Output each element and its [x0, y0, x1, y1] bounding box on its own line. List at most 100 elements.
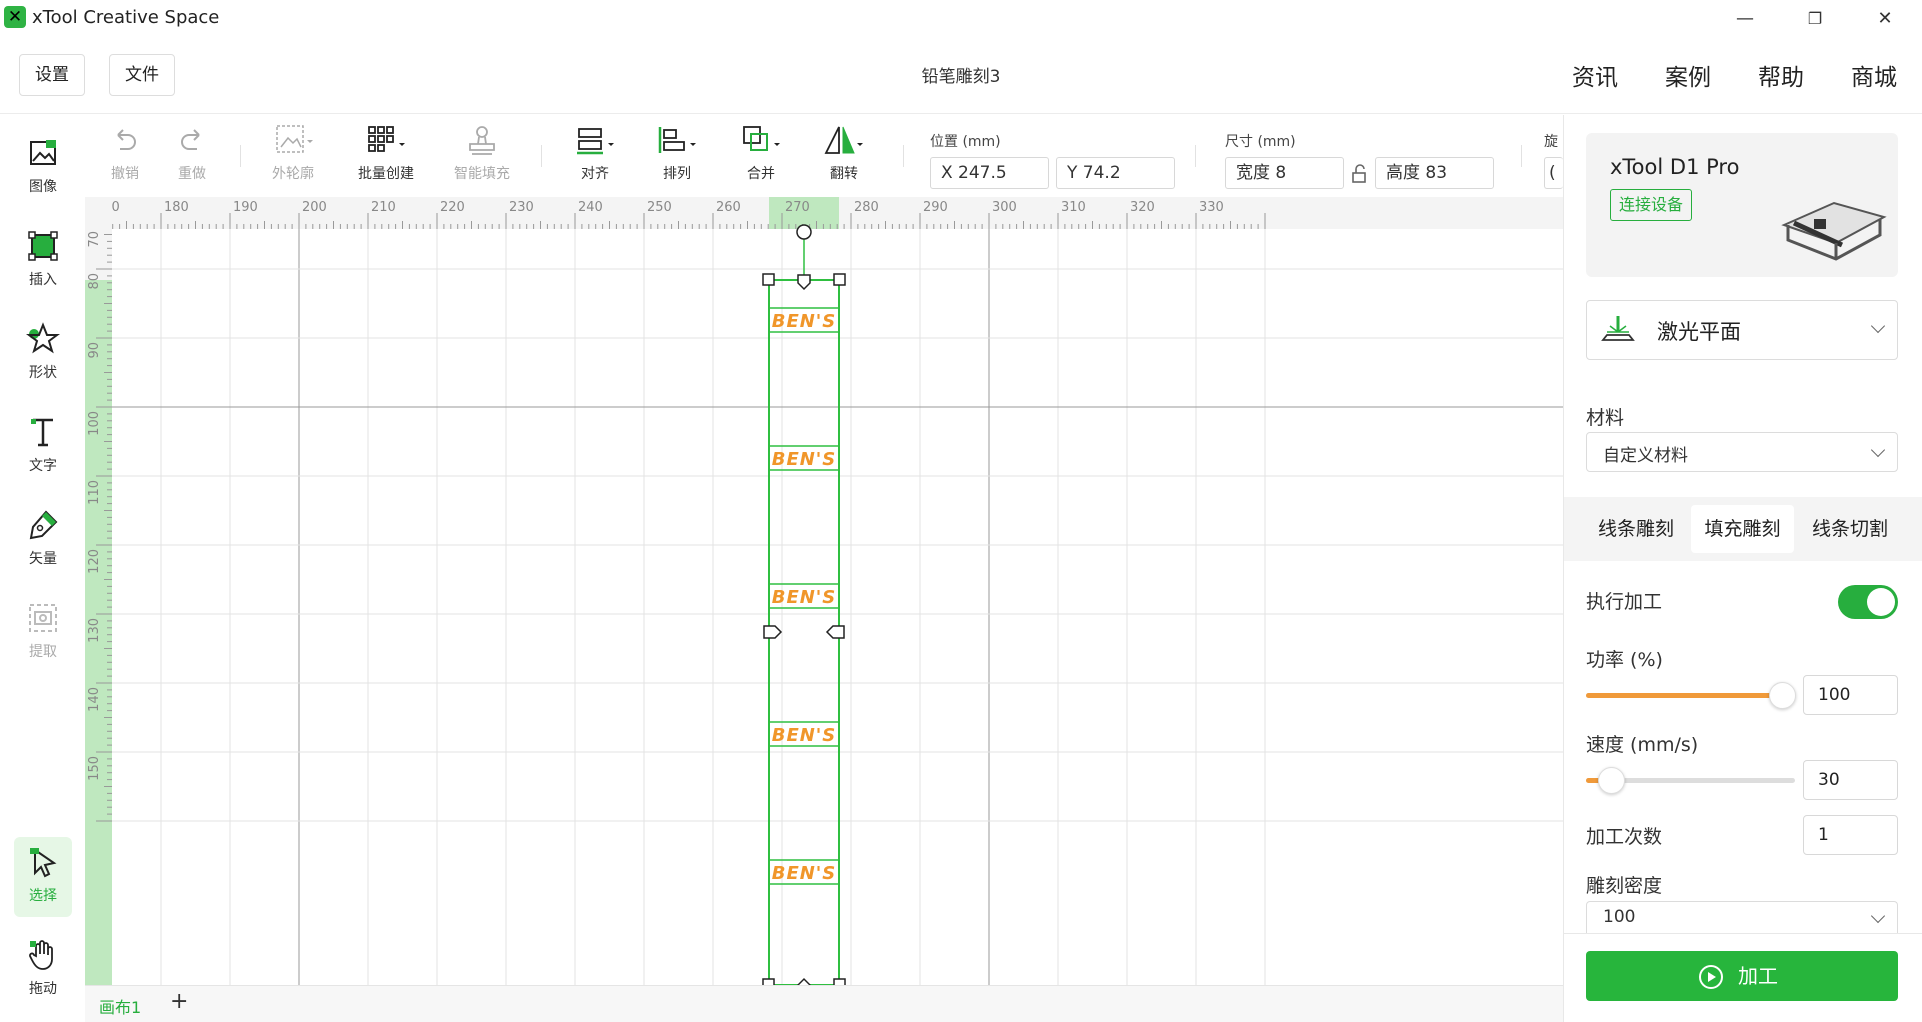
undo-label: 撤销 — [111, 166, 139, 182]
resize-handle-top[interactable] — [797, 274, 811, 291]
ruler-y-label: 130 — [87, 618, 102, 643]
laser-mode-dropdown[interactable]: 激光平面 — [1586, 300, 1898, 360]
rotate-input[interactable]: ( — [1544, 157, 1563, 189]
tool-text[interactable]: 文字 — [14, 407, 72, 487]
tool-select[interactable]: 选择 — [14, 837, 72, 917]
ruler-x-label: 190 — [233, 200, 258, 215]
cases-link[interactable]: 案例 — [1665, 58, 1711, 92]
power-slider-thumb[interactable] — [1769, 682, 1796, 709]
laser-mode-value: 激光平面 — [1657, 320, 1741, 344]
engraving-text: BEN'S — [772, 587, 837, 608]
ruler-x-label: 280 — [854, 200, 879, 215]
density-value: 100 — [1603, 907, 1636, 927]
ruler-x-label: 250 — [647, 200, 672, 215]
tool-shape[interactable]: 形状 — [14, 314, 72, 394]
redo-button[interactable]: 重做 — [167, 123, 217, 183]
canvas-drawing[interactable]: 1701801902002102202302402502602702802903… — [85, 197, 1563, 985]
execute-label: 执行加工 — [1586, 591, 1663, 613]
tool-insert-label: 插入 — [29, 272, 57, 288]
help-link[interactable]: 帮助 — [1758, 58, 1804, 92]
news-link[interactable]: 资讯 — [1572, 58, 1618, 92]
tool-image[interactable]: 图像 — [14, 128, 72, 208]
undo-button[interactable]: 撤销 — [100, 123, 150, 183]
outline-button[interactable]: 外轮廓 — [265, 123, 321, 183]
position-y-input[interactable]: Y 74.2 — [1056, 157, 1175, 189]
minimize-button[interactable]: — — [1710, 0, 1780, 36]
lock-ratio-icon[interactable] — [1351, 164, 1369, 184]
height-input[interactable]: 高度 83 — [1375, 157, 1494, 189]
ruler-y-label: 110 — [87, 480, 102, 505]
resize-handle-right[interactable] — [825, 625, 845, 639]
device-name: xTool D1 Pro — [1610, 155, 1740, 179]
tool-pan-label: 拖动 — [29, 981, 57, 997]
tab-fill-engrave[interactable]: 填充雕刻 — [1691, 505, 1794, 553]
canvas-tabs-bar: 画布1 + — [85, 985, 1563, 1022]
tool-vector[interactable]: 矢量 — [14, 500, 72, 580]
material-dropdown[interactable]: 自定义材料 — [1586, 432, 1898, 472]
toggle-knob — [1867, 588, 1895, 616]
redo-label: 重做 — [178, 166, 206, 182]
design-canvas[interactable]: 1701801902002102202302402502602702802903… — [85, 197, 1563, 985]
tab-canvas-1[interactable]: 画布1 — [99, 994, 141, 1018]
undo-icon — [117, 129, 136, 150]
speed-slider[interactable] — [1586, 767, 1795, 794]
close-button[interactable]: ✕ — [1850, 0, 1920, 36]
engraving-text: BEN'S — [772, 863, 837, 884]
combine-icon — [743, 126, 780, 151]
material-label: 材料 — [1586, 407, 1625, 429]
app-logo-icon: ✕ — [4, 6, 26, 28]
connect-device-button[interactable]: 连接设备 — [1610, 189, 1693, 221]
passes-input[interactable]: 1 — [1803, 815, 1898, 855]
toolbar-divider — [541, 145, 542, 167]
resize-handle-left[interactable] — [763, 625, 783, 639]
combine-button[interactable]: 合并 — [736, 123, 786, 183]
arrange-label: 排列 — [663, 166, 691, 182]
restore-button[interactable]: ❐ — [1780, 0, 1850, 36]
tool-extract-label: 提取 — [29, 644, 57, 660]
arrange-button[interactable]: 排列 — [652, 123, 702, 183]
ruler-x-label: 310 — [1061, 200, 1086, 215]
chevron-down-icon — [1870, 908, 1886, 924]
flip-label: 翻转 — [830, 166, 858, 182]
extract-icon — [29, 604, 57, 632]
laser-machine-image — [1781, 201, 1887, 261]
flip-button[interactable]: 翻转 — [819, 123, 869, 183]
engraving-text: BEN'S — [772, 725, 837, 746]
tool-pan[interactable]: 拖动 — [14, 930, 72, 1010]
tab-line-engrave[interactable]: 线条雕刻 — [1586, 505, 1686, 553]
outline-icon — [276, 125, 313, 153]
power-input[interactable]: 100 — [1803, 675, 1898, 715]
pen-icon — [29, 510, 58, 540]
resize-handle-top-right[interactable] — [833, 273, 846, 286]
tool-insert[interactable]: 插入 — [14, 221, 72, 301]
ruler-corner — [85, 197, 112, 229]
width-input[interactable]: 宽度 8 — [1225, 157, 1344, 189]
add-canvas-button[interactable]: + — [170, 989, 188, 1014]
tab-line-cut[interactable]: 线条切割 — [1797, 505, 1903, 553]
power-slider[interactable] — [1586, 682, 1796, 709]
resize-handle-top-left[interactable] — [762, 273, 775, 286]
ruler-ticks — [96, 213, 1266, 822]
selected-object[interactable]: BEN'S BEN'S BEN'S BEN'S BEN'S — [762, 224, 846, 985]
play-icon — [1699, 965, 1723, 989]
speed-slider-thumb[interactable] — [1598, 767, 1626, 794]
tool-image-label: 图像 — [29, 179, 57, 195]
align-label: 对齐 — [581, 166, 609, 182]
smart-fill-button[interactable]: 智能填充 — [450, 123, 514, 183]
shape-star-icon — [26, 322, 60, 354]
batch-create-button[interactable]: 批量创建 — [355, 123, 417, 183]
process-button[interactable]: 加工 — [1586, 951, 1898, 1001]
toolbar-divider — [240, 145, 241, 167]
position-x-input[interactable]: X 247.5 — [930, 157, 1049, 189]
execute-toggle[interactable] — [1838, 585, 1898, 619]
tool-extract[interactable]: 提取 — [14, 593, 72, 673]
flip-icon — [824, 126, 863, 154]
toolbar-divider — [1195, 145, 1196, 167]
store-link[interactable]: 商城 — [1851, 58, 1897, 92]
speed-input[interactable]: 30 — [1803, 760, 1898, 800]
rotation-handle[interactable] — [796, 224, 812, 240]
ruler-x-label: 320 — [1130, 200, 1155, 215]
align-button[interactable]: 对齐 — [570, 123, 620, 183]
ruler-x-label: 230 — [509, 200, 534, 215]
density-dropdown[interactable]: 100 — [1586, 901, 1898, 933]
